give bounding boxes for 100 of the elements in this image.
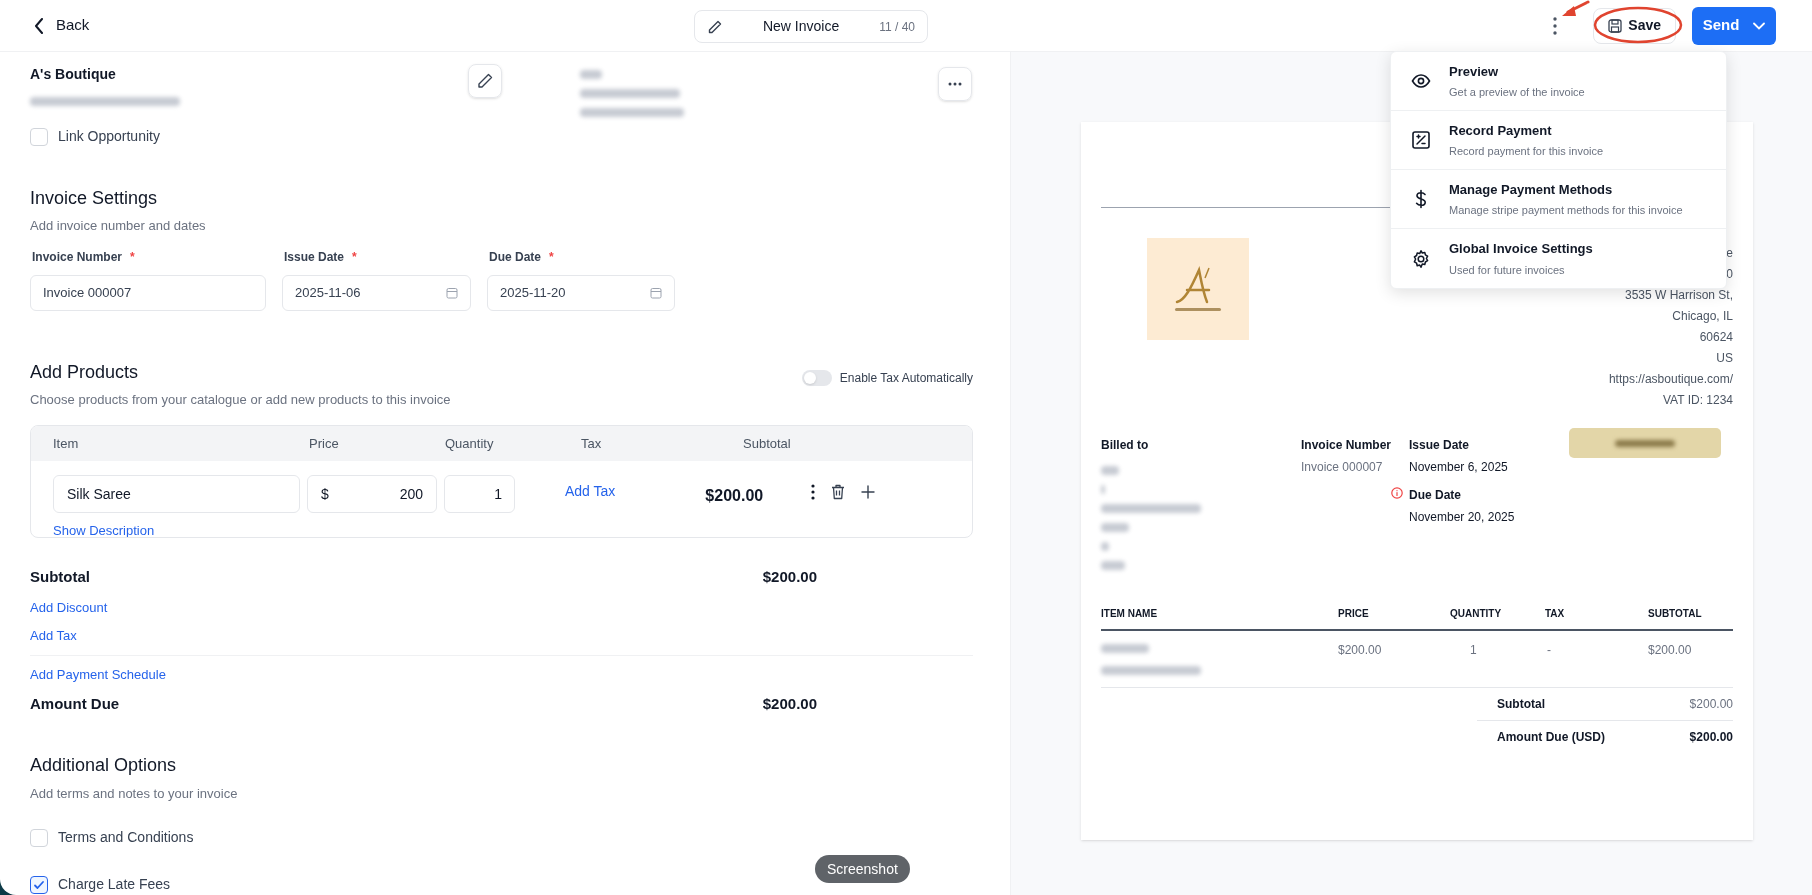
field-label: Due Date — [1409, 487, 1462, 504]
link[interactable]: Add Payment Schedule — [30, 664, 166, 684]
column-header: Quantity — [445, 434, 495, 453]
input-field[interactable]: Invoice 000007 — [30, 274, 266, 311]
link[interactable]: Add Discount — [30, 597, 108, 618]
table-cell-text: - — [1546, 642, 1552, 659]
column-header: QUANTITY — [1450, 607, 1503, 621]
menu-item-subtitle: Used for future invoices — [1449, 262, 1566, 278]
calendar-icon — [650, 286, 662, 299]
send-button[interactable]: Send — [1692, 6, 1776, 45]
chevron-left-icon — [34, 17, 44, 34]
link[interactable]: Add Tax — [30, 626, 77, 646]
info-icon — [1391, 487, 1403, 499]
price-field[interactable]: $ 200 — [307, 475, 437, 514]
pencil-icon — [707, 18, 723, 35]
field-value: Invoice 000007 — [1301, 459, 1384, 476]
section-subtitle: Add invoice number and dates — [30, 217, 207, 236]
redacted-text — [1101, 644, 1149, 653]
summary-value: $200.00 — [762, 694, 817, 714]
menu-item-subtitle: Manage stripe payment methods for this invoice — [1449, 203, 1683, 218]
menu-item-subtitle: Get a preview of the invoice — [1449, 85, 1585, 100]
address-line: VAT ID: 1234 — [1662, 393, 1733, 408]
column-header: Item — [52, 434, 80, 453]
input-field[interactable]: Silk Saree — [53, 475, 300, 514]
menu-item[interactable]: Global Invoice Settings Used for future invoices — [1391, 229, 1726, 288]
field-label: Invoice Number — [1301, 437, 1391, 454]
edit-button[interactable] — [468, 64, 502, 98]
more-icon[interactable] — [811, 484, 816, 501]
more-icon[interactable] — [1553, 16, 1558, 35]
address-line: US — [1716, 351, 1733, 366]
more-icon — [948, 82, 962, 86]
field-value: November 6, 2025 — [1409, 459, 1509, 476]
link[interactable]: Add Tax — [565, 481, 616, 503]
address-line: 60624 — [1699, 330, 1733, 345]
total-value: $200.00 — [1689, 729, 1733, 746]
menu-item-title: Preview — [1449, 62, 1500, 81]
menu-item-subtitle: Record payment for this invoice — [1449, 144, 1604, 159]
menu-item[interactable]: Preview Get a preview of the invoice — [1391, 52, 1726, 111]
field-label: Billed to — [1101, 437, 1150, 454]
table-cell-text: 1 — [1469, 642, 1478, 659]
required-mark: * — [352, 248, 357, 266]
field-label: Issue Date — [1409, 437, 1471, 454]
date-field[interactable]: 2025-11-20 — [487, 274, 675, 311]
address-line: https://asboutique.com/ — [1608, 372, 1733, 387]
column-header: Subtotal — [743, 434, 792, 453]
checkbox[interactable] — [30, 875, 48, 894]
trash-icon[interactable] — [831, 484, 846, 501]
field-label: Due Date — [489, 248, 541, 266]
menu-item-title: Manage Payment Methods — [1449, 180, 1614, 199]
plus-icon[interactable] — [861, 485, 876, 500]
column-header: ITEM NAME — [1101, 607, 1159, 621]
required-mark: * — [549, 248, 554, 266]
date-field[interactable]: 2025-11-06 — [282, 274, 471, 311]
column-header: Price — [309, 434, 340, 453]
section-title: Additional Options — [30, 753, 178, 777]
total-value: $200.00 — [1689, 696, 1733, 713]
redacted-text — [1101, 466, 1119, 475]
section-subtitle: Choose products from your catalogue or add new products to this invoice — [30, 390, 452, 409]
invoice-title: New Invoice — [761, 17, 841, 36]
section-subtitle: Add terms and notes to your invoice — [30, 784, 239, 803]
save-icon — [1608, 18, 1623, 33]
menu-item-title: Record Payment — [1449, 121, 1553, 140]
total-label: Subtotal — [1497, 696, 1545, 713]
back-button[interactable]: Back — [34, 14, 90, 37]
column-header: SUBTOTAL — [1648, 607, 1702, 621]
address-line: 0 — [1726, 267, 1733, 282]
check-icon — [33, 878, 45, 891]
settings-icon — [1411, 248, 1431, 269]
quantity-field[interactable]: 1 — [444, 475, 515, 514]
address-line: 3535 W Harrison St, — [1624, 288, 1733, 303]
column-header: Tax — [581, 434, 603, 453]
title-field[interactable]: New Invoice 11 / 40 — [694, 10, 928, 43]
calendar-icon — [446, 286, 458, 299]
total-label: Amount Due (USD) — [1497, 729, 1605, 746]
redacted-text — [1101, 523, 1129, 532]
field-value: November 20, 2025 — [1409, 509, 1516, 526]
menu-item[interactable]: Record Payment Record payment for this invoice — [1391, 111, 1726, 170]
toggle-switch[interactable] — [801, 369, 832, 386]
required-mark: * — [130, 248, 135, 266]
pencil-icon — [476, 72, 494, 90]
checkbox-label: Terms and Conditions — [58, 828, 194, 847]
percent-square-icon — [1411, 130, 1431, 150]
section-title: Invoice Settings — [30, 187, 159, 211]
address-line: e — [1726, 246, 1733, 261]
row-subtotal: $200.00 — [705, 486, 764, 507]
menu-item[interactable]: Manage Payment Methods Manage stripe payment methods for this invoice — [1391, 170, 1726, 229]
field-label: Issue Date — [284, 248, 345, 266]
business-name: A's Boutique — [30, 65, 117, 84]
summary-label: Subtotal — [30, 567, 90, 588]
address-line: Chicago, IL — [1672, 309, 1733, 324]
tooltip: Screenshot — [815, 855, 910, 883]
checkbox-label: Link Opportunity — [58, 127, 160, 147]
link[interactable]: Show Description — [53, 521, 155, 538]
character-count: 11 / 40 — [879, 18, 915, 36]
table-cell-text: $200.00 — [1648, 642, 1692, 659]
eye-icon — [1411, 71, 1431, 91]
field-label: Invoice Number — [32, 248, 123, 266]
column-header: PRICE — [1338, 607, 1370, 621]
column-header: TAX — [1545, 607, 1566, 621]
table-cell-text: $200.00 — [1338, 642, 1383, 659]
